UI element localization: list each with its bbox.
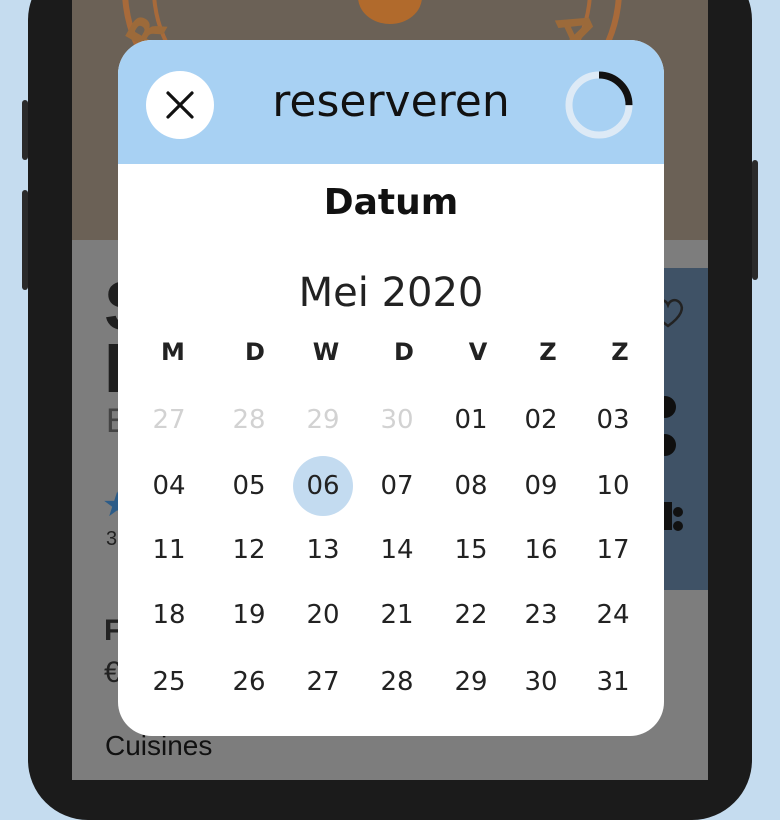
reservation-modal: reserveren Datum Mei 2020 M D W D V Z Z … bbox=[118, 40, 664, 736]
calendar-day[interactable]: 11 bbox=[139, 520, 199, 580]
weekday-label: Z bbox=[539, 338, 557, 366]
weekday-label: V bbox=[468, 338, 488, 366]
calendar-day[interactable]: 08 bbox=[441, 456, 501, 516]
calendar-day[interactable]: 23 bbox=[511, 585, 571, 645]
weekday-label: M bbox=[161, 338, 185, 366]
phone-side-button bbox=[22, 190, 28, 290]
calendar-day[interactable]: 17 bbox=[583, 520, 643, 580]
calendar-day[interactable]: 24 bbox=[583, 585, 643, 645]
section-title-date: Datum bbox=[323, 182, 459, 223]
phone-side-button bbox=[22, 100, 28, 160]
calendar-day[interactable]: 14 bbox=[367, 520, 427, 580]
calendar-day: 30 bbox=[380, 405, 414, 435]
calendar-day[interactable]: 20 bbox=[293, 585, 353, 645]
loading-spinner-icon bbox=[565, 71, 633, 139]
calendar-day[interactable]: 21 bbox=[367, 585, 427, 645]
calendar-day[interactable]: 28 bbox=[367, 652, 427, 712]
calendar-day[interactable]: 22 bbox=[441, 585, 501, 645]
calendar-day[interactable]: 16 bbox=[511, 520, 571, 580]
calendar-day[interactable]: 30 bbox=[511, 652, 571, 712]
calendar-day[interactable]: 31 bbox=[583, 652, 643, 712]
calendar-day: 29 bbox=[306, 405, 340, 435]
calendar-day[interactable]: 15 bbox=[441, 520, 501, 580]
calendar-day[interactable]: 09 bbox=[511, 456, 571, 516]
calendar-day[interactable]: 13 bbox=[293, 520, 353, 580]
weekday-label: W bbox=[312, 338, 340, 366]
calendar-day[interactable]: 02 bbox=[511, 390, 571, 450]
calendar-month-label: Mei 2020 bbox=[298, 270, 484, 316]
weekday-label: D bbox=[394, 338, 414, 366]
calendar-day[interactable]: 27 bbox=[293, 652, 353, 712]
modal-header: reserveren bbox=[118, 40, 664, 164]
calendar-day[interactable]: 03 bbox=[583, 390, 643, 450]
weekday-label: D bbox=[245, 338, 265, 366]
rating-count-fragment: 3 bbox=[106, 528, 118, 550]
calendar-day[interactable]: 29 bbox=[441, 652, 501, 712]
calendar-day[interactable]: 05 bbox=[219, 456, 279, 516]
calendar-day[interactable]: 12 bbox=[219, 520, 279, 580]
calendar-day[interactable]: 04 bbox=[139, 456, 199, 516]
calendar-day[interactable]: 10 bbox=[583, 456, 643, 516]
calendar-day: 28 bbox=[232, 405, 266, 435]
calendar-day[interactable]: 25 bbox=[139, 652, 199, 712]
calendar-day: 27 bbox=[152, 405, 186, 435]
calendar-day[interactable]: 18 bbox=[139, 585, 199, 645]
calendar-day[interactable]: 01 bbox=[441, 390, 501, 450]
calendar-day[interactable]: 19 bbox=[219, 585, 279, 645]
calendar-day-selected[interactable]: 06 bbox=[293, 456, 353, 516]
weekday-label: Z bbox=[611, 338, 629, 366]
calendar-day[interactable]: 26 bbox=[219, 652, 279, 712]
calendar-day[interactable]: 07 bbox=[367, 456, 427, 516]
phone-side-button bbox=[752, 160, 758, 280]
